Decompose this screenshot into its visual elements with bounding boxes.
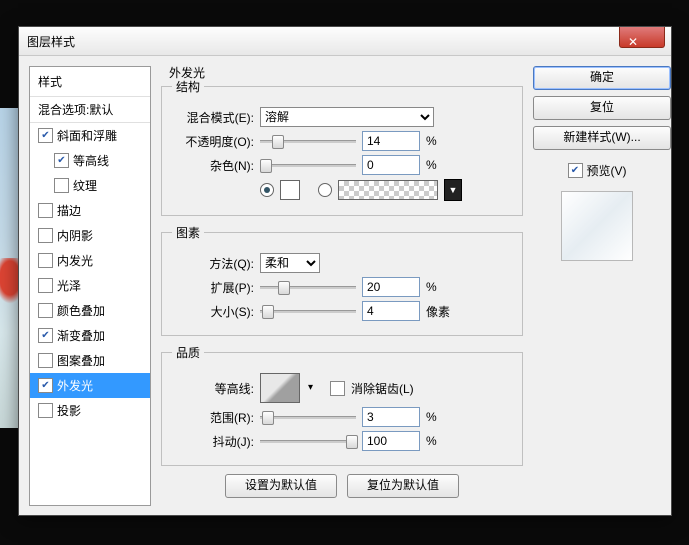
antialias-label: 消除锯齿(L) — [351, 380, 414, 397]
style-checkbox[interactable] — [38, 353, 53, 368]
style-label: 斜面和浮雕 — [57, 127, 117, 144]
dialog-title: 图层样式 — [27, 33, 75, 50]
spread-label: 扩展(P): — [172, 279, 254, 296]
layer-style-dialog: 图层样式 ✕ 样式 混合选项:默认 斜面和浮雕等高线纹理描边内阴影内发光光泽颜色… — [18, 26, 672, 516]
style-item-1[interactable]: 等高线 — [30, 148, 150, 173]
style-label: 渐变叠加 — [57, 327, 105, 344]
style-item-0[interactable]: 斜面和浮雕 — [30, 123, 150, 148]
gradient-dropdown[interactable]: ▼ — [444, 179, 462, 201]
style-label: 光泽 — [57, 277, 81, 294]
style-item-6[interactable]: 光泽 — [30, 273, 150, 298]
style-checkbox[interactable] — [38, 403, 53, 418]
gradient-swatch[interactable] — [338, 180, 438, 200]
styles-list: 样式 混合选项:默认 斜面和浮雕等高线纹理描边内阴影内发光光泽颜色叠加渐变叠加图… — [29, 66, 151, 506]
elements-legend: 图素 — [172, 224, 204, 241]
close-icon: ✕ — [628, 33, 638, 51]
style-checkbox[interactable] — [54, 153, 69, 168]
size-unit: 像素 — [426, 303, 454, 320]
blend-mode-select[interactable]: 溶解 — [260, 107, 434, 127]
style-item-4[interactable]: 内阴影 — [30, 223, 150, 248]
noise-input[interactable] — [362, 155, 420, 175]
blend-mode-label: 混合模式(E): — [172, 109, 254, 126]
preview-label: 预览(V) — [587, 162, 627, 179]
style-label: 等高线 — [73, 152, 109, 169]
settings-panel: 外发光 结构 混合模式(E): 溶解 不透明度(O): % 杂色(N): — [161, 66, 523, 506]
spread-unit: % — [426, 280, 454, 294]
styles-header[interactable]: 样式 — [30, 67, 150, 97]
preview-checkbox[interactable] — [568, 163, 583, 178]
close-button[interactable]: ✕ — [619, 27, 665, 48]
set-default-button[interactable]: 设置为默认值 — [225, 474, 337, 498]
style-label: 外发光 — [57, 377, 93, 394]
elements-group: 图素 方法(Q): 柔和 扩展(P): % 大小(S): — [161, 224, 523, 336]
style-item-9[interactable]: 图案叠加 — [30, 348, 150, 373]
ok-button[interactable]: 确定 — [533, 66, 671, 90]
opacity-input[interactable] — [362, 131, 420, 151]
style-label: 内阴影 — [57, 227, 93, 244]
style-checkbox[interactable] — [54, 178, 69, 193]
style-item-2[interactable]: 纹理 — [30, 173, 150, 198]
style-checkbox[interactable] — [38, 328, 53, 343]
style-label: 投影 — [57, 402, 81, 419]
reset-default-button[interactable]: 复位为默认值 — [347, 474, 459, 498]
style-label: 内发光 — [57, 252, 93, 269]
style-item-3[interactable]: 描边 — [30, 198, 150, 223]
gradient-radio[interactable] — [318, 183, 332, 197]
method-label: 方法(Q): — [172, 255, 254, 272]
style-checkbox[interactable] — [38, 378, 53, 393]
panel-title: 外发光 — [169, 64, 205, 81]
style-label: 图案叠加 — [57, 352, 105, 369]
noise-unit: % — [426, 158, 454, 172]
style-item-8[interactable]: 渐变叠加 — [30, 323, 150, 348]
quality-legend: 品质 — [172, 344, 204, 361]
style-checkbox[interactable] — [38, 228, 53, 243]
blend-options-label: 混合选项:默认 — [38, 101, 113, 118]
opacity-label: 不透明度(O): — [172, 133, 254, 150]
cancel-button[interactable]: 复位 — [533, 96, 671, 120]
style-checkbox[interactable] — [38, 278, 53, 293]
blend-options-item[interactable]: 混合选项:默认 — [30, 97, 150, 123]
style-checkbox[interactable] — [38, 128, 53, 143]
contour-picker[interactable]: ▾ — [260, 373, 300, 403]
range-label: 范围(R): — [172, 409, 254, 426]
color-swatch[interactable] — [280, 180, 300, 200]
structure-group: 结构 混合模式(E): 溶解 不透明度(O): % 杂色(N): — [161, 78, 523, 216]
jitter-label: 抖动(J): — [172, 433, 254, 450]
style-checkbox[interactable] — [38, 203, 53, 218]
noise-label: 杂色(N): — [172, 157, 254, 174]
style-label: 描边 — [57, 202, 81, 219]
style-item-10[interactable]: 外发光 — [30, 373, 150, 398]
style-label: 颜色叠加 — [57, 302, 105, 319]
spread-slider[interactable] — [260, 280, 356, 294]
size-input[interactable] — [362, 301, 420, 321]
jitter-input[interactable] — [362, 431, 420, 451]
titlebar[interactable]: 图层样式 ✕ — [19, 27, 671, 56]
antialias-checkbox[interactable] — [330, 381, 345, 396]
chevron-down-icon: ▾ — [308, 382, 313, 393]
new-style-button[interactable]: 新建样式(W)... — [533, 126, 671, 150]
style-item-11[interactable]: 投影 — [30, 398, 150, 423]
style-item-7[interactable]: 颜色叠加 — [30, 298, 150, 323]
size-label: 大小(S): — [172, 303, 254, 320]
size-slider[interactable] — [260, 304, 356, 318]
contour-label: 等高线: — [172, 380, 254, 397]
noise-slider[interactable] — [260, 158, 356, 172]
color-radio[interactable] — [260, 183, 274, 197]
jitter-slider[interactable] — [260, 434, 356, 448]
range-slider[interactable] — [260, 410, 356, 424]
range-input[interactable] — [362, 407, 420, 427]
style-checkbox[interactable] — [38, 303, 53, 318]
jitter-unit: % — [426, 434, 454, 448]
opacity-slider[interactable] — [260, 134, 356, 148]
opacity-unit: % — [426, 134, 454, 148]
style-checkbox[interactable] — [38, 253, 53, 268]
right-panel: 确定 复位 新建样式(W)... 预览(V) — [533, 66, 661, 506]
quality-group: 品质 等高线: ▾ 消除锯齿(L) 范围(R): % 抖动(J): — [161, 344, 523, 466]
style-item-5[interactable]: 内发光 — [30, 248, 150, 273]
range-unit: % — [426, 410, 454, 424]
preview-swatch — [561, 191, 633, 261]
method-select[interactable]: 柔和 — [260, 253, 320, 273]
style-label: 纹理 — [73, 177, 97, 194]
spread-input[interactable] — [362, 277, 420, 297]
